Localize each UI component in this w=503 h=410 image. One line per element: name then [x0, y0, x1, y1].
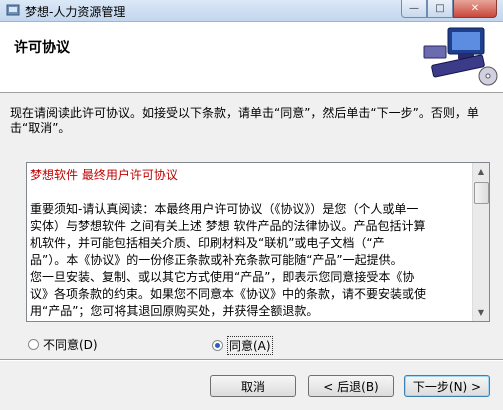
license-line: 议》各项条款的约束。如果您不同意本《协议》中的条款，请不要安装或使 — [30, 287, 427, 301]
button-divider — [0, 359, 503, 361]
license-line: 您一旦安装、复制、或以其它方式使用“产品”，即表示您同意接受本《协 — [30, 270, 415, 284]
next-button[interactable]: 下一步(N) > — [404, 375, 490, 397]
back-button[interactable]: < 后退(B) — [308, 375, 394, 397]
close-button[interactable]: ✕ — [453, 0, 497, 18]
license-textbox[interactable]: 梦想软件 最终用户许可协议 重要须知-请认真阅读：本最终用户许可协议（《协议》）… — [26, 162, 490, 322]
license-title: 梦想软件 最终用户许可协议 — [30, 168, 178, 182]
scroll-thumb[interactable] — [474, 182, 489, 204]
license-line: 重要须知-请认真阅读：本最终用户许可协议（《协议》）是您（个人或单一 — [30, 202, 419, 216]
agree-radio[interactable]: 同意(A) — [212, 336, 273, 355]
cancel-button[interactable]: 取消 — [210, 375, 296, 397]
minimize-button[interactable]: — — [401, 0, 427, 18]
computer-setup-icon — [423, 27, 498, 86]
title-bar: 梦想-人力资源管理 — □ ✕ — [0, 0, 503, 22]
installer-app-icon — [6, 4, 20, 16]
wizard-header: 许可协议 — [0, 22, 503, 93]
license-line: 机软件，并可能包括相关介质、印刷材料及“联机”或电子文档（“产 — [30, 236, 385, 250]
license-line: 品”）。本《协议》的一份修正条款或补充条款可能随“产品”一起提供。 — [30, 253, 403, 267]
scroll-down-arrow-icon[interactable]: ▼ — [473, 304, 489, 321]
instruction-text: 现在请阅读此许可协议。如接受以下条款，请单击“同意”，然后单击“下一步”。否则，… — [10, 106, 479, 135]
license-content: 梦想软件 最终用户许可协议 重要须知-请认真阅读：本最终用户许可协议（《协议》）… — [30, 167, 470, 320]
scroll-up-arrow-icon[interactable]: ▲ — [473, 163, 489, 180]
disagree-radio[interactable]: 不同意(D) — [28, 336, 98, 353]
page-title: 许可协议 — [14, 40, 70, 56]
maximize-button[interactable]: □ — [427, 0, 453, 18]
disagree-label[interactable]: 不同意(D) — [43, 336, 98, 353]
agree-label[interactable]: 同意(A) — [227, 336, 273, 355]
window-title: 梦想-人力资源管理 — [25, 5, 126, 19]
disagree-radio-dot[interactable] — [28, 339, 39, 350]
window-controls: — □ ✕ — [401, 0, 497, 18]
license-line: 用“产品”；您可将其退回原购买处，并获得全额退款。 — [30, 304, 319, 318]
agree-radio-dot[interactable] — [212, 340, 223, 351]
license-scrollbar[interactable]: ▲ ▼ — [472, 163, 489, 321]
license-line: 实体）与梦想软件 之间有关上述 梦想 软件产品的法律协议。产品包括计算 — [30, 219, 426, 233]
